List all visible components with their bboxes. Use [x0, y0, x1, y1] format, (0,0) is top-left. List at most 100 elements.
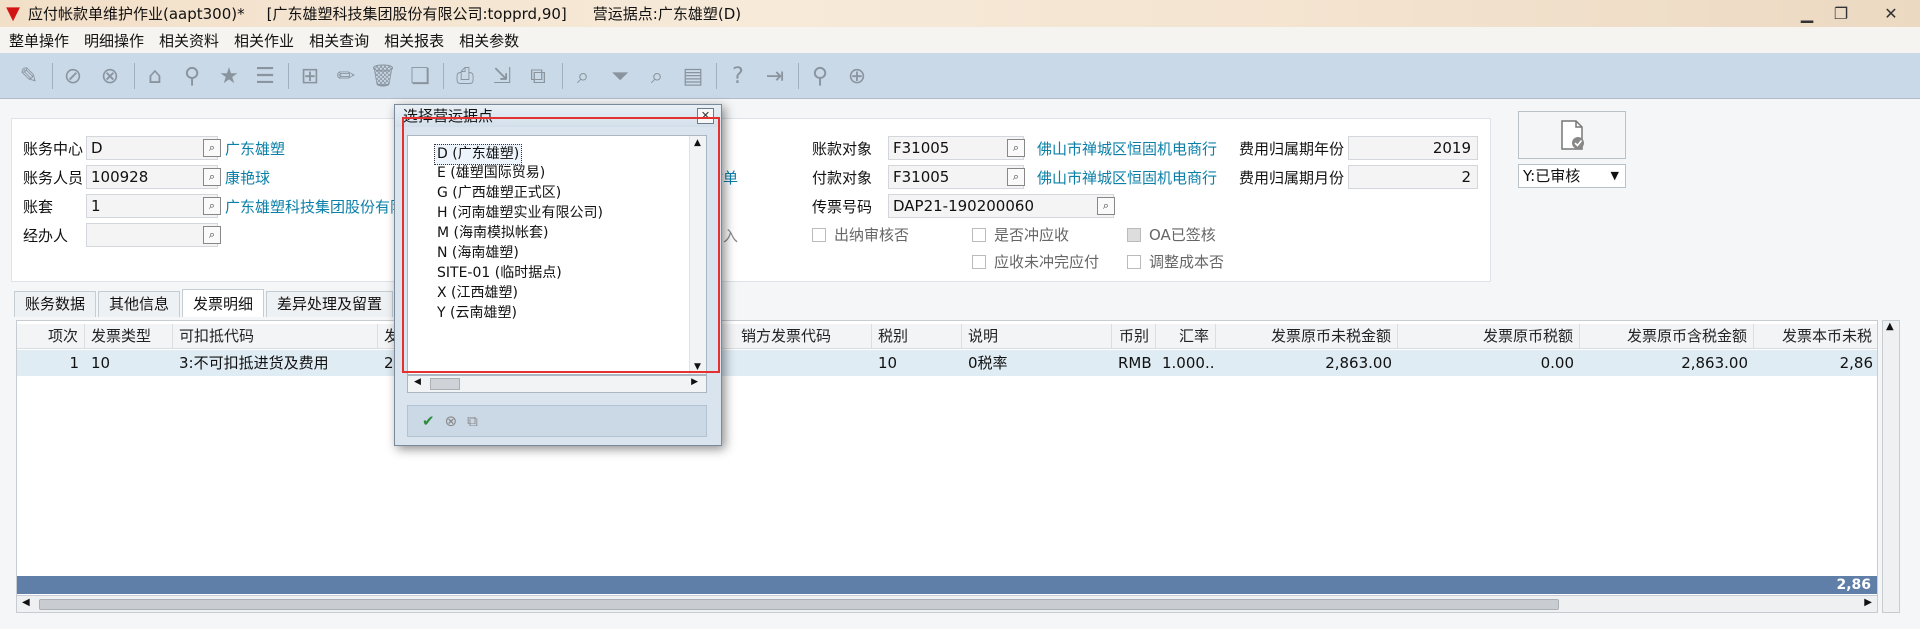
- col-header[interactable]: 项次: [17, 324, 85, 349]
- scroll-left-icon[interactable]: ◀: [22, 597, 30, 608]
- minimize-icon[interactable]: ▁: [1792, 3, 1822, 24]
- menu-item-detail-ops[interactable]: 明细操作: [84, 30, 144, 51]
- cost-checkbox[interactable]: 调整成本否: [1127, 251, 1224, 272]
- status-select[interactable]: Y:已审核 ▼: [1518, 164, 1626, 188]
- star-icon[interactable]: ★: [214, 61, 244, 91]
- crosshair-icon[interactable]: ⊕: [842, 61, 872, 91]
- list-icon[interactable]: ☰: [250, 61, 280, 91]
- restore-icon[interactable]: ❐: [1826, 3, 1856, 24]
- lookup-icon[interactable]: ⌕: [203, 197, 221, 215]
- confirm-icon[interactable]: ⊘: [58, 61, 88, 91]
- col-header[interactable]: 汇率: [1156, 324, 1216, 349]
- export-multi-icon[interactable]: ⧉: [523, 61, 553, 91]
- attachment-icon[interactable]: ⚲: [805, 61, 835, 91]
- year-field[interactable]: 2019: [1348, 136, 1478, 160]
- scroll-right-icon[interactable]: ▶: [691, 377, 698, 387]
- dialog-horizontal-scrollbar[interactable]: ◀ ▶: [407, 375, 707, 393]
- scroll-thumb[interactable]: [39, 599, 1559, 610]
- lookup-icon[interactable]: ⌕: [1097, 197, 1115, 215]
- scroll-up-icon[interactable]: ▲: [1886, 321, 1894, 332]
- scroll-thumb[interactable]: [430, 378, 460, 390]
- edit-icon[interactable]: ✏: [331, 61, 361, 91]
- col-header[interactable]: 发票类型: [85, 324, 173, 349]
- col-header[interactable]: 说明: [962, 324, 1112, 349]
- scroll-left-icon[interactable]: ◀: [414, 377, 421, 387]
- ledger-field[interactable]: 1: [86, 194, 218, 218]
- offset-checkbox[interactable]: 是否冲应收: [972, 224, 1069, 245]
- col-header[interactable]: 税别: [872, 324, 962, 349]
- list-item[interactable]: Y (云南雄塑): [437, 304, 517, 323]
- home-icon[interactable]: ⌂: [140, 61, 170, 91]
- dialog-close-icon[interactable]: ✕: [697, 108, 714, 124]
- list-item[interactable]: D (广东雄塑): [434, 144, 523, 165]
- lookup-icon[interactable]: ⌕: [1007, 168, 1025, 186]
- month-field[interactable]: 2: [1348, 165, 1478, 189]
- col-header[interactable]: 发票本币未税: [1754, 324, 1877, 349]
- cancel-icon[interactable]: ⊗: [445, 412, 458, 430]
- grid-vertical-scrollbar[interactable]: ▲: [1882, 320, 1900, 613]
- dialog-vertical-scrollbar[interactable]: ▲ ▼: [689, 136, 706, 374]
- menu-item-related-params[interactable]: 相关参数: [459, 30, 519, 51]
- menu-item-related-reports[interactable]: 相关报表: [384, 30, 444, 51]
- col-header[interactable]: 发票原币含税金额: [1580, 324, 1754, 349]
- exit-icon[interactable]: ⇥: [760, 61, 790, 91]
- cancel-icon[interactable]: ⊗: [95, 61, 125, 91]
- col-header[interactable]: 币别: [1112, 324, 1156, 349]
- handler-field[interactable]: [86, 223, 218, 247]
- tab-invoice-detail[interactable]: 发票明细: [182, 289, 265, 317]
- menu-item-order-ops[interactable]: 整单操作: [9, 30, 69, 51]
- oa-checkbox[interactable]: OA已签核: [1127, 224, 1216, 245]
- lookup-icon[interactable]: ⌕: [1007, 139, 1025, 157]
- filter-icon[interactable]: ⏷: [605, 61, 635, 91]
- add-icon[interactable]: ⊞: [295, 61, 325, 91]
- staff-field[interactable]: 100928: [86, 165, 218, 189]
- tab-other-info[interactable]: 其他信息: [98, 291, 181, 317]
- col-header[interactable]: 销方发票代码: [735, 324, 872, 349]
- select-site-dialog: 选择营运据点 ✕ D (广东雄塑) E (雄塑国际贸易) G (广西雄塑正式区)…: [394, 104, 722, 446]
- lookup-icon[interactable]: ⌕: [203, 168, 221, 186]
- table-row[interactable]: 1 10 3:不可扣抵进货及费用 20 10 0税率 RMB 1.000... …: [17, 350, 1877, 376]
- unpaid-checkbox[interactable]: 应收未冲完应付: [972, 251, 1099, 272]
- scroll-right-icon[interactable]: ▶: [1864, 597, 1872, 608]
- menu-item-related-query[interactable]: 相关查询: [309, 30, 369, 51]
- col-header[interactable]: 发票原币未税金额: [1216, 324, 1398, 349]
- lookup-icon[interactable]: ⌕: [203, 226, 221, 244]
- copy-icon[interactable]: ❏: [405, 61, 435, 91]
- list-item[interactable]: H (河南雄塑实业有限公司): [437, 204, 603, 223]
- list-item[interactable]: N (海南雄塑): [437, 244, 519, 263]
- col-header[interactable]: 可扣抵代码: [173, 324, 378, 349]
- scroll-up-icon[interactable]: ▲: [694, 138, 701, 148]
- menu-item-related-data[interactable]: 相关资料: [159, 30, 219, 51]
- list-item[interactable]: E (雄塑国际贸易): [437, 164, 545, 183]
- site-list[interactable]: D (广东雄塑) E (雄塑国际贸易) G (广西雄塑正式区) H (河南雄塑实…: [407, 135, 707, 375]
- col-header[interactable]: 发票原币税额: [1398, 324, 1580, 349]
- tab-account-data[interactable]: 账务数据: [14, 291, 97, 317]
- advanced-search-icon[interactable]: ⌕: [642, 61, 672, 91]
- search-icon[interactable]: ⌕: [568, 61, 598, 91]
- grid-horizontal-scrollbar[interactable]: ◀ ▶: [16, 595, 1878, 613]
- tab-difference[interactable]: 差异处理及留置: [266, 291, 394, 317]
- export-icon[interactable]: ⇲: [487, 61, 517, 91]
- center-field[interactable]: D: [86, 136, 218, 160]
- voucher-field[interactable]: DAP21-190200060: [888, 194, 1114, 218]
- vendor-field[interactable]: F31005: [888, 136, 1024, 160]
- confirm-icon[interactable]: ✔: [422, 412, 435, 430]
- print-icon[interactable]: ⎙: [450, 61, 480, 91]
- list-item[interactable]: X (江西雄塑): [437, 284, 518, 303]
- list-item[interactable]: SITE-01 (临时据点): [437, 264, 562, 283]
- cashier-checkbox[interactable]: 出纳审核否: [812, 224, 909, 245]
- scroll-down-icon[interactable]: ▼: [694, 362, 701, 372]
- query-list-icon[interactable]: ▤: [678, 61, 708, 91]
- lookup-icon[interactable]: ⌕: [203, 139, 221, 157]
- location-pin-icon[interactable]: ⚲: [177, 61, 207, 91]
- multi-select-icon[interactable]: ⧉: [467, 412, 478, 430]
- help-icon[interactable]: ?: [723, 61, 753, 91]
- sign-icon[interactable]: ✎: [14, 61, 44, 91]
- list-item[interactable]: M (海南模拟帐套): [437, 224, 548, 243]
- delete-icon[interactable]: 🗑: [368, 61, 398, 91]
- approve-button[interactable]: [1518, 111, 1626, 159]
- list-item[interactable]: G (广西雄塑正式区): [437, 184, 561, 203]
- payee-field[interactable]: F31005: [888, 165, 1024, 189]
- close-icon[interactable]: ✕: [1876, 3, 1906, 24]
- menu-item-related-jobs[interactable]: 相关作业: [234, 30, 294, 51]
